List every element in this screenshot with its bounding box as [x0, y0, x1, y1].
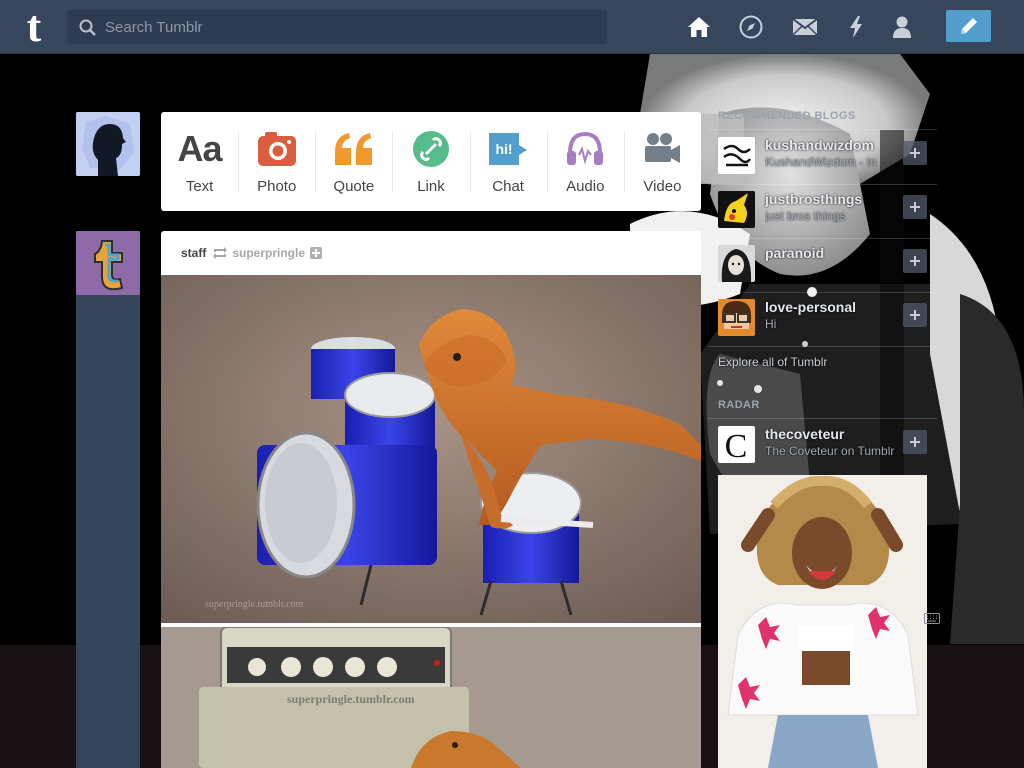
- recommended-blogs-heading: RECOMMENDED BLOGS: [718, 110, 856, 122]
- svg-text:t: t: [27, 7, 42, 47]
- post-header: staff superpringle: [161, 231, 701, 275]
- follow-button[interactable]: [903, 430, 927, 454]
- post-type-label: Text: [185, 178, 214, 195]
- divider: [708, 418, 937, 419]
- blog-name[interactable]: justbrosthings: [765, 191, 862, 207]
- post-source-link[interactable]: superpringle: [232, 246, 305, 260]
- post-type-label: Audio: [566, 178, 605, 195]
- search-input[interactable]: [105, 10, 595, 44]
- post-author-avatar[interactable]: [76, 231, 140, 295]
- post-type-video[interactable]: Video: [623, 112, 701, 211]
- post-type-label: Video: [643, 178, 682, 195]
- radar-heading: RADAR: [718, 399, 760, 411]
- post-type-photo[interactable]: Photo: [238, 112, 315, 211]
- home-icon[interactable]: [686, 14, 712, 40]
- video-camera-icon: [640, 129, 684, 169]
- post-type-chat[interactable]: hi! Chat: [469, 112, 547, 211]
- blog-description: just bros things: [765, 209, 846, 223]
- blog-name[interactable]: thecoveteur: [765, 426, 844, 442]
- blog-description: The Coveteur on Tumblr: [765, 444, 895, 458]
- reblog-icon: [213, 247, 228, 259]
- blog-avatar: [718, 299, 755, 336]
- follow-button[interactable]: [903, 141, 927, 165]
- explore-all-link[interactable]: Explore all of Tumblr: [718, 355, 827, 369]
- camera-icon: [255, 129, 299, 169]
- follow-button[interactable]: [903, 249, 927, 273]
- photo-watermark: superpringle.tumblr.com: [205, 599, 304, 610]
- post-photo-lizard-amp[interactable]: [161, 627, 701, 768]
- blog-description: KushandWizdom - In: [765, 155, 877, 169]
- blog-name[interactable]: paranoid: [765, 245, 824, 261]
- keyboard-shortcuts-icon[interactable]: [924, 613, 940, 624]
- post-photo-lizard-drums[interactable]: [161, 275, 701, 623]
- post-type-link[interactable]: Link: [392, 112, 469, 211]
- divider: [708, 346, 937, 347]
- explore-compass-icon[interactable]: [738, 14, 764, 40]
- blog-avatar: [718, 137, 755, 174]
- post-type-selector: Aa Text Photo Quote Link hi! Chat Audio …: [161, 112, 701, 211]
- radar-blog-item[interactable]: C thecoveteur The Coveteur on Tumblr: [708, 420, 937, 474]
- svg-text:C: C: [725, 428, 748, 463]
- top-navbar: t: [0, 0, 1024, 54]
- post-type-audio[interactable]: Audio: [546, 112, 624, 211]
- blog-avatar: C: [718, 426, 755, 463]
- recommended-blog-item[interactable]: paranoid: [708, 239, 937, 293]
- quote-icon: [332, 129, 376, 169]
- follow-button[interactable]: [903, 303, 927, 327]
- post-type-label: Photo: [257, 178, 297, 195]
- post-type-label: Link: [417, 178, 445, 195]
- photo-watermark: superpringle.tumblr.com: [287, 692, 415, 706]
- recommended-blog-item[interactable]: love-personal Hi: [708, 293, 937, 347]
- post-author-link[interactable]: staff: [181, 246, 206, 260]
- blog-avatar: [718, 191, 755, 228]
- blog-name[interactable]: love-personal: [765, 299, 856, 315]
- headphones-icon: [563, 129, 607, 169]
- activity-lightning-icon[interactable]: [843, 14, 869, 40]
- tumblr-logo[interactable]: t: [14, 7, 54, 47]
- radar-post-photo[interactable]: [718, 475, 927, 768]
- blog-description: Hi: [765, 317, 777, 331]
- blog-avatar: [718, 245, 755, 282]
- post-avatar-rail: [76, 231, 140, 768]
- recommended-blog-item[interactable]: kushandwizdom KushandWizdom - In: [708, 131, 937, 185]
- search-bar[interactable]: [67, 10, 607, 44]
- account-person-icon[interactable]: [889, 14, 915, 40]
- compose-post-button[interactable]: [946, 10, 991, 42]
- search-icon: [79, 19, 96, 36]
- link-icon: [409, 129, 453, 169]
- recommended-blog-item[interactable]: justbrosthings just bros things: [708, 185, 937, 239]
- svg-text:hi!: hi!: [496, 141, 513, 157]
- inbox-mail-icon[interactable]: [792, 14, 818, 40]
- text-aa-icon: Aa: [177, 128, 223, 169]
- dashboard-post: staff superpringle superpringle.tumblr.c…: [161, 231, 701, 768]
- post-type-quote[interactable]: Quote: [315, 112, 392, 211]
- pencil-icon: [960, 18, 977, 34]
- blog-name[interactable]: kushandwizdom: [765, 137, 874, 153]
- follow-button[interactable]: [903, 195, 927, 219]
- divider: [708, 129, 937, 130]
- user-avatar[interactable]: [76, 112, 140, 176]
- chat-icon: hi!: [486, 129, 530, 169]
- post-type-label: Chat: [492, 178, 524, 195]
- post-type-text[interactable]: Aa Text: [161, 112, 238, 211]
- post-type-label: Quote: [333, 178, 375, 195]
- follow-source-button[interactable]: [310, 247, 323, 259]
